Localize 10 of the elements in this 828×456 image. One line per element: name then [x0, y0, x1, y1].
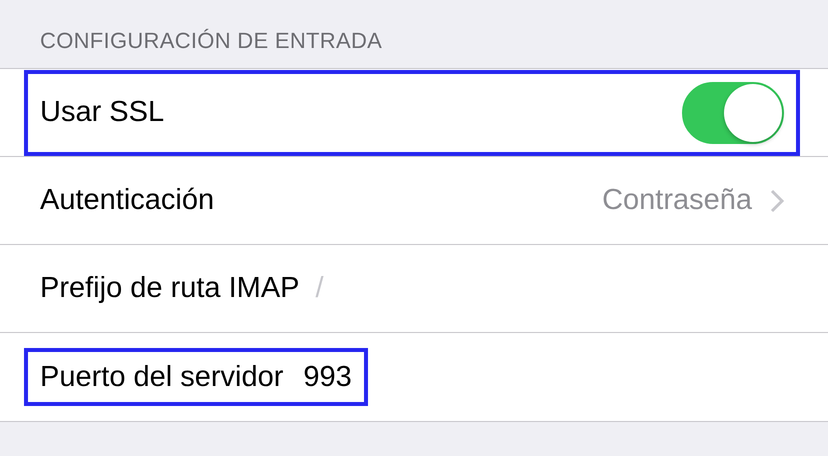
- row-label: Autenticación: [40, 184, 214, 217]
- field-placeholder[interactable]: /: [316, 272, 324, 305]
- row-label: Usar SSL: [40, 96, 164, 129]
- row-label: Puerto del servidor: [40, 360, 284, 394]
- section-header: CONFIGURACIÓN DE ENTRADA: [40, 28, 382, 54]
- field-value[interactable]: 993: [303, 360, 352, 394]
- row-value[interactable]: Contraseña: [602, 184, 752, 217]
- toggle-switch[interactable]: [682, 82, 784, 144]
- row-label: Prefijo de ruta IMAP: [40, 272, 300, 305]
- chevron-icon: [770, 188, 784, 212]
